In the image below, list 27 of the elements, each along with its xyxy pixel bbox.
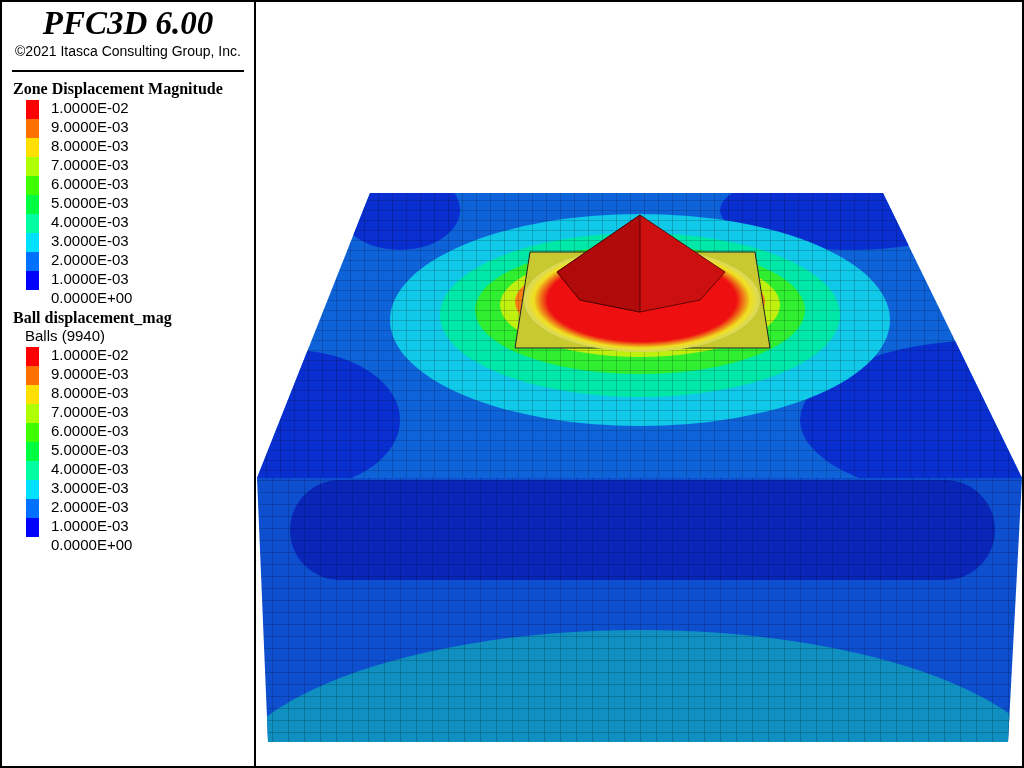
legend-value: 5.0000E-03 xyxy=(51,193,130,212)
legend-value: 7.0000E-03 xyxy=(51,155,130,174)
legend-value: 9.0000E-03 xyxy=(51,364,130,383)
legend-title: Zone Displacement Magnitude xyxy=(13,80,224,98)
legend-value: 9.0000E-03 xyxy=(51,117,130,136)
legend-value: 7.0000E-03 xyxy=(51,402,130,421)
legend-value: 6.0000E-03 xyxy=(51,421,130,440)
legend-value: 1.0000E-02 xyxy=(51,98,130,117)
legend-value: 2.0000E-03 xyxy=(51,497,130,516)
legend-value: 4.0000E-03 xyxy=(51,212,130,231)
legend-value: 8.0000E-03 xyxy=(51,383,130,402)
legend-value: 1.0000E-02 xyxy=(51,345,130,364)
legend-value: 2.0000E-03 xyxy=(51,250,130,269)
legend-value: 4.0000E-03 xyxy=(51,459,130,478)
legend-value: 8.0000E-03 xyxy=(51,136,130,155)
copyright-text: ©2021 Itasca Consulting Group, Inc. xyxy=(14,42,242,60)
app-title: PFC3D 6.00 xyxy=(41,6,215,40)
legend-value: 1.0000E-03 xyxy=(51,269,130,288)
legend-value: 3.0000E-03 xyxy=(51,478,130,497)
legend-value: 6.0000E-03 xyxy=(51,174,130,193)
legend-value: 1.0000E-03 xyxy=(51,516,130,535)
legend-value: 5.0000E-03 xyxy=(51,440,130,459)
legend-subtitle: Balls (9940) xyxy=(25,327,107,345)
legend-value: 3.0000E-03 xyxy=(51,231,130,250)
legend-value: 0.0000E+00 xyxy=(51,535,133,554)
legend-value: 0.0000E+00 xyxy=(51,288,133,307)
legend-title: Ball displacement_mag xyxy=(13,309,173,327)
